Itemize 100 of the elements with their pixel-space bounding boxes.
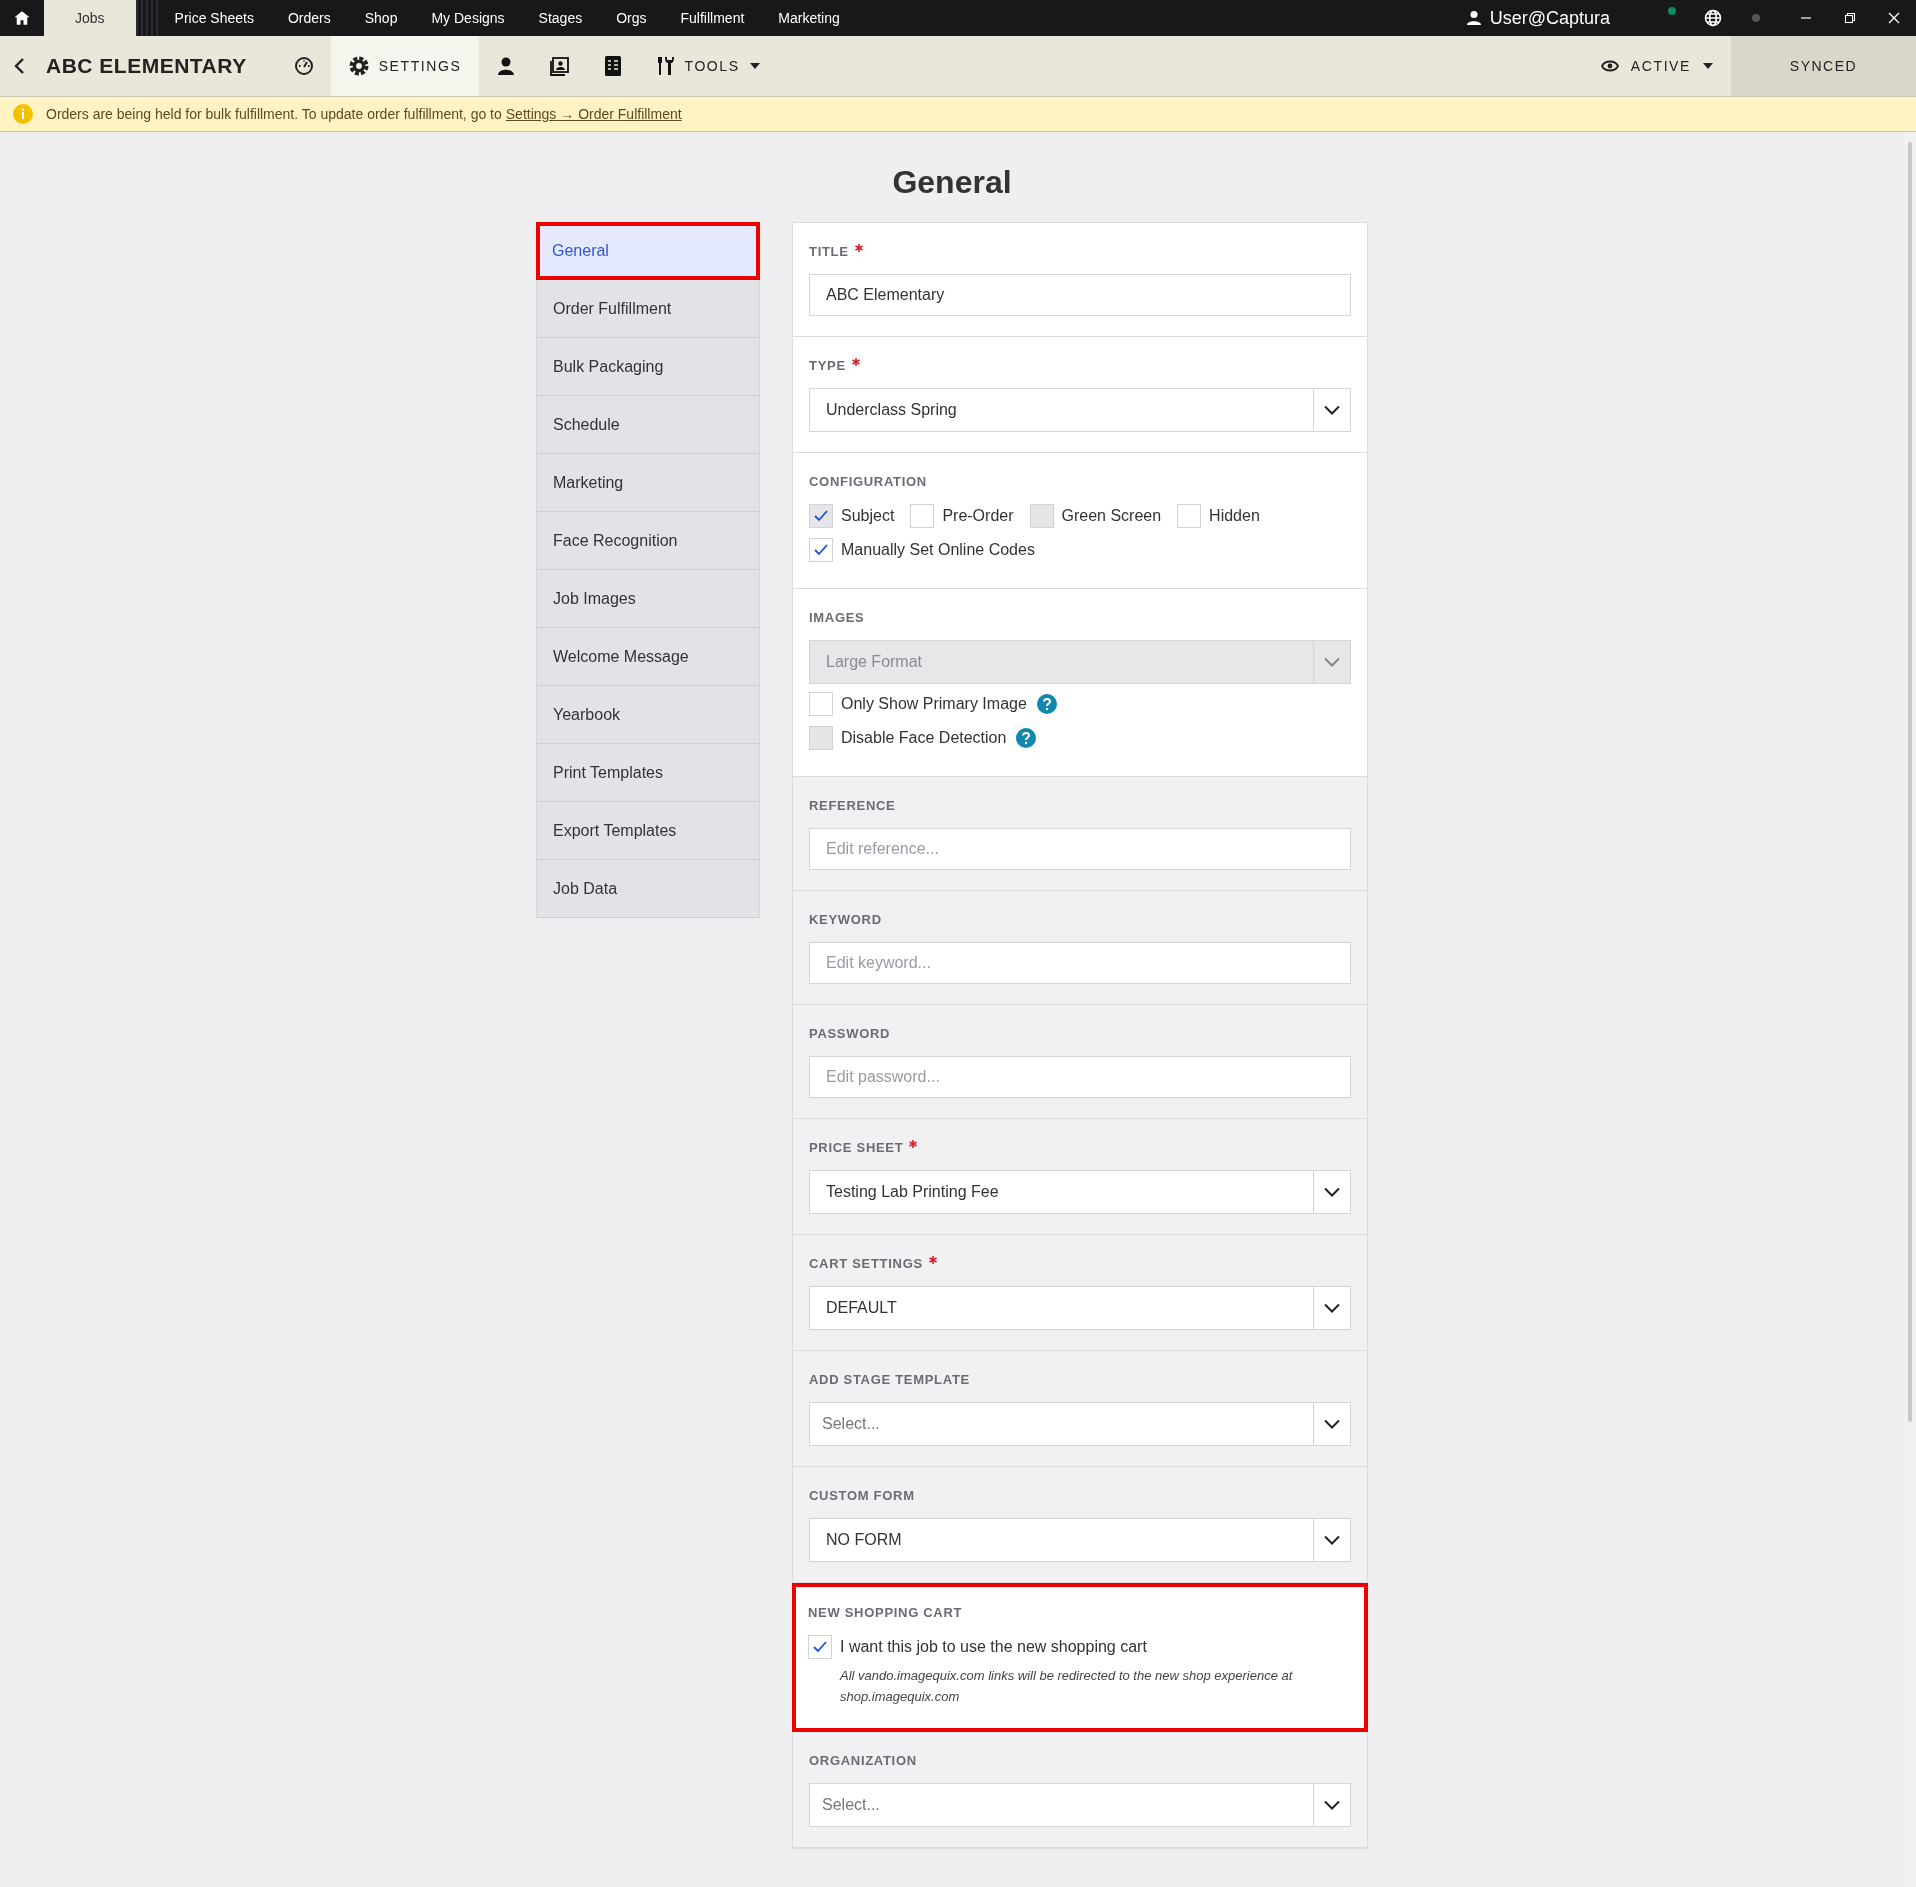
sidebar-item[interactable]: Face Recognition	[536, 512, 760, 570]
select-field[interactable]: Select...	[809, 1783, 1351, 1827]
checkbox[interactable]	[809, 692, 833, 716]
nav-tab[interactable]: Orders	[270, 0, 348, 36]
gear-icon	[348, 56, 369, 76]
person-icon	[496, 56, 517, 76]
checkbox[interactable]	[1177, 504, 1202, 528]
text-field[interactable]: Edit reference...	[809, 828, 1351, 870]
photo-icon	[550, 56, 571, 76]
check-icon	[813, 509, 829, 523]
checkbox-label: Disable Face Detection	[841, 729, 1007, 747]
eye-icon	[1600, 60, 1619, 72]
user-icon	[1465, 10, 1482, 26]
nav-tab[interactable]: Price Sheets	[157, 0, 271, 36]
checkbox-label: Manually Set Online Codes	[841, 541, 1035, 559]
checkbox[interactable]	[809, 538, 833, 562]
text-field[interactable]: Edit keyword...	[809, 942, 1351, 984]
chevron-down-icon	[1324, 1303, 1340, 1313]
sidebar-item[interactable]: Welcome Message	[536, 628, 760, 686]
sidebar-item[interactable]: General	[536, 222, 760, 280]
sync-status: SYNCED	[1731, 36, 1916, 96]
sidebar-item[interactable]: Schedule	[536, 396, 760, 454]
select-field[interactable]: Underclass Spring	[809, 388, 1351, 432]
required-asterisk-icon	[854, 244, 863, 252]
caret-icon	[749, 63, 760, 69]
document-icon	[604, 56, 623, 76]
close-icon	[1888, 12, 1900, 24]
chevron-down-icon	[1324, 1419, 1340, 1429]
sidebar-item[interactable]: Job Data	[536, 860, 760, 918]
checkbox-label: Pre-Order	[942, 507, 1014, 525]
checkbox-label: Subject	[841, 507, 895, 525]
checkbox-label: Only Show Primary Image	[841, 695, 1027, 713]
section-label: IMAGES	[809, 610, 865, 626]
banner-text: Orders are being held for bulk fulfillment. To update order fulfillment, go to	[46, 106, 502, 122]
section-label: CART SETTINGS	[809, 1256, 923, 1272]
status-dropdown[interactable]: ACTIVE	[1600, 36, 1713, 96]
nav-tab[interactable]: Orgs	[599, 0, 664, 36]
page-title: General	[892, 163, 1012, 202]
required-asterisk-icon	[851, 358, 860, 366]
nav-tab[interactable]: Stages	[521, 0, 600, 36]
chevron-down-icon	[1324, 1800, 1340, 1810]
sidebar-item[interactable]: Order Fulfillment	[536, 280, 760, 338]
section-label: CONFIGURATION	[809, 474, 927, 490]
select-field[interactable]: DEFAULT	[809, 1286, 1351, 1330]
online-dot	[1668, 7, 1676, 15]
select-field[interactable]: Testing Lab Printing Fee	[809, 1170, 1351, 1214]
sidebar-item[interactable]: Export Templates	[536, 802, 760, 860]
nav-tab[interactable]: My Designs	[414, 0, 522, 36]
caret-icon	[1703, 63, 1713, 69]
sidebar-item[interactable]: Job Images	[536, 570, 760, 628]
chevron-down-icon	[1324, 657, 1340, 667]
nav-tab[interactable]: Fulfillment	[663, 0, 762, 36]
sidebar-item[interactable]: Marketing	[536, 454, 760, 512]
settings-link[interactable]: Settings → Order Fulfillment	[505, 106, 682, 122]
tools-icon	[656, 56, 675, 76]
checkbox-label: I want this job to use the new shopping cart	[840, 1638, 1147, 1656]
job-title: ABC ELEMENTARY	[46, 54, 247, 78]
text-field[interactable]: ABC Elementary	[809, 274, 1351, 316]
section-label: PASSWORD	[809, 1026, 891, 1042]
sidebar-item[interactable]: Yearbook	[536, 686, 760, 744]
check-icon	[813, 543, 829, 557]
sidebar-item[interactable]: Bulk Packaging	[536, 338, 760, 396]
section-label: REFERENCE	[809, 798, 896, 814]
checkbox-label: Green Screen	[1061, 507, 1162, 525]
checkbox[interactable]	[808, 1635, 832, 1659]
info-icon	[13, 104, 33, 124]
section-label: PRICE SHEET	[809, 1140, 904, 1156]
toolbar-tab[interactable]: SETTINGS	[330, 36, 480, 96]
help-note: All vando.imagequix.com links will be redirected to the new shop experience at shop.imagequix.com	[840, 1667, 1294, 1706]
home-icon	[13, 9, 31, 27]
chevron-left-icon	[13, 57, 25, 75]
status-dot	[1752, 14, 1760, 22]
section-label: NEW SHOPPING CART	[808, 1605, 963, 1621]
restore-icon	[1844, 12, 1856, 24]
required-asterisk-icon	[909, 1140, 918, 1148]
user-name[interactable]: User@Captura	[1489, 7, 1610, 29]
gauge-icon	[293, 56, 314, 76]
section-label: KEYWORD	[809, 912, 882, 928]
nav-tab[interactable]: Shop	[347, 0, 415, 36]
section-label: ADD STAGE TEMPLATE	[809, 1372, 970, 1388]
section-label: CUSTOM FORM	[809, 1488, 915, 1504]
select-field[interactable]: Select...	[809, 1402, 1351, 1446]
check-icon	[812, 1640, 828, 1654]
nav-tab[interactable]: Marketing	[761, 0, 857, 36]
help-icon[interactable]	[1036, 694, 1057, 714]
text-field[interactable]: Edit password...	[809, 1056, 1351, 1098]
chevron-down-icon	[1324, 405, 1340, 415]
tab-separator	[135, 0, 158, 36]
sidebar-item[interactable]: Print Templates	[536, 744, 760, 802]
section-label: TITLE	[809, 244, 849, 260]
required-asterisk-icon	[928, 1256, 937, 1264]
section-label: ORGANIZATION	[809, 1753, 917, 1769]
checkbox-label: Hidden	[1209, 507, 1260, 525]
globe-icon[interactable]	[1704, 9, 1722, 27]
chevron-down-icon	[1324, 1535, 1340, 1545]
nav-tab[interactable]: Jobs	[44, 0, 136, 36]
section-label: TYPE	[809, 358, 846, 374]
select-field[interactable]: NO FORM	[809, 1518, 1351, 1562]
toolbar-tab[interactable]: TOOLS	[639, 36, 777, 96]
checkbox[interactable]	[910, 504, 935, 528]
